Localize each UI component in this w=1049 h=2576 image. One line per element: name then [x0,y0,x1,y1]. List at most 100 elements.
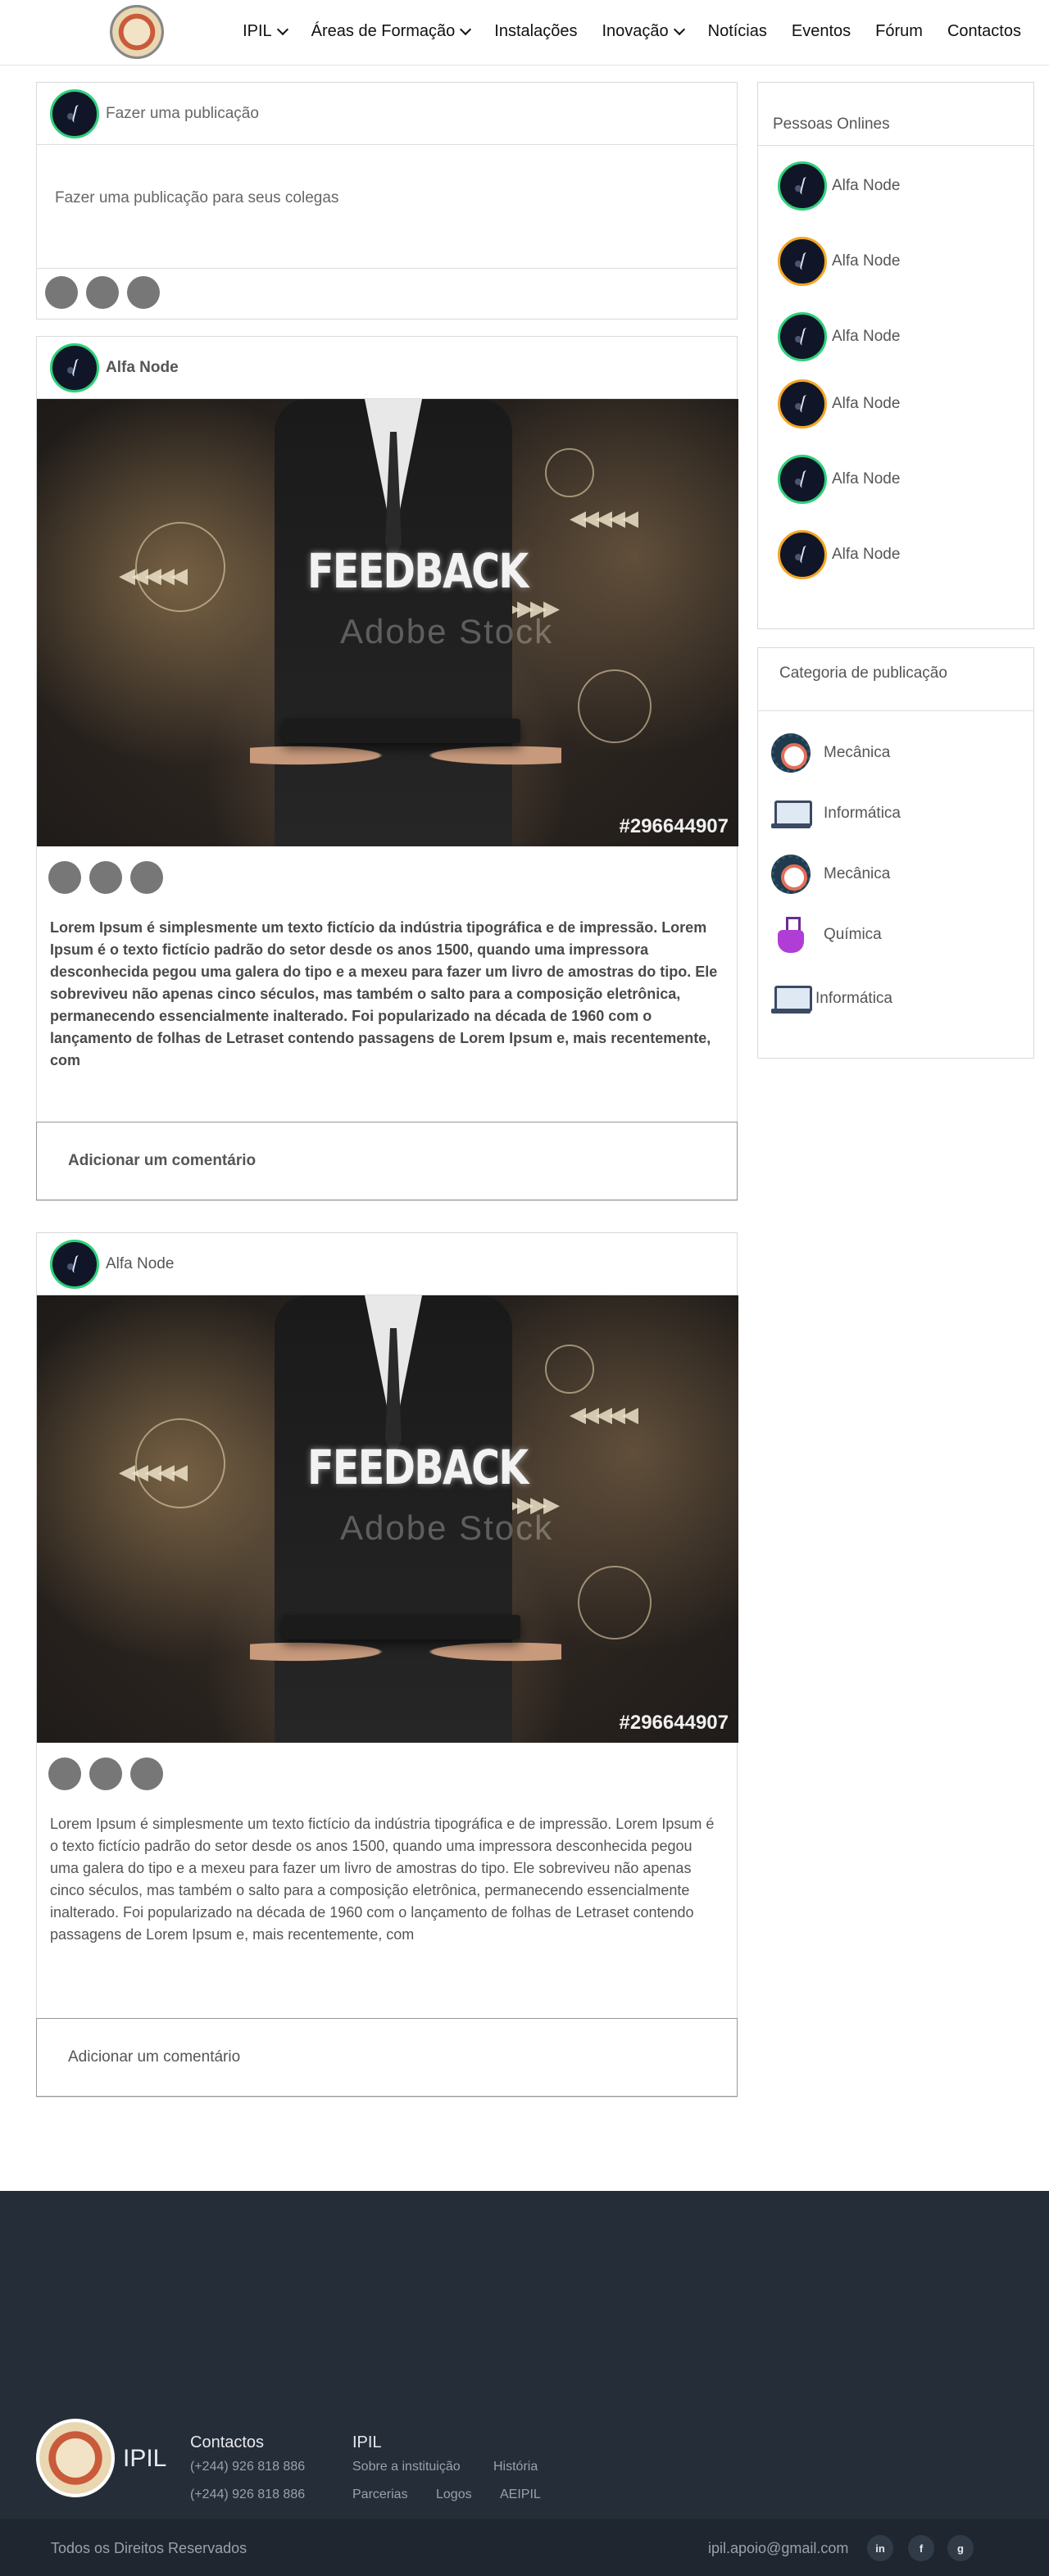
avatar[interactable] [50,88,99,138]
nav-areas-formacao[interactable]: Áreas de Formação [311,22,472,41]
decor-circle [545,448,594,497]
chevron-down-icon [460,23,472,35]
main-nav: IPIL Áreas de Formação Instalações Inova… [243,22,1021,41]
post-card: Alfa Node ◀◀◀◀◀ ◀◀◀◀◀ ▶▶▶▶ FEEDBACK Adob… [36,1232,738,2098]
decor-circle [578,669,652,743]
post-image[interactable]: ◀◀◀◀◀ ◀◀◀◀◀ ▶▶▶▶ FEEDBACK Adobe Stock #2… [37,1295,738,1743]
action-button[interactable] [130,1757,163,1790]
decor-arrows: ◀◀◀◀◀ [570,1402,638,1426]
google-icon[interactable]: g [947,2535,974,2561]
nav-noticias[interactable]: Notícias [708,22,767,41]
image-watermark: Adobe Stock [340,1508,554,1547]
laptop-icon [771,979,812,1018]
footer-link-logos[interactable]: Logos [436,2488,472,2502]
online-person[interactable]: Alfa Node [778,161,900,211]
image-heading: FEEDBACK [307,543,529,599]
composer-title: Fazer uma publicação [106,104,259,122]
nav-label: Eventos [791,22,851,40]
action-button[interactable] [45,276,78,309]
footer-phone[interactable]: (+244) 926 818 886 [190,2460,305,2474]
online-person[interactable]: Alfa Node [778,237,900,286]
nav-inovacao[interactable]: Inovação [602,22,685,41]
avatar [778,379,827,429]
post-composer: Fazer uma publicação Fazer uma publicaçã… [36,82,738,320]
footer-link-parcerias[interactable]: Parcerias [352,2488,408,2502]
footer-phone[interactable]: (+244) 926 818 886 [190,2488,305,2502]
post-body: Lorem Ipsum é simplesmente um texto fict… [50,919,718,1068]
nav-label: Inovação [602,22,669,40]
top-navbar: IPIL Áreas de Formação Instalações Inova… [0,0,1049,66]
chevron-down-icon [673,23,685,35]
category-item[interactable]: Mecânica [771,855,890,894]
decor-circle [545,1345,594,1394]
category-name: Mecânica [824,744,891,761]
laptop-icon [771,794,812,833]
composer-input[interactable]: Fazer uma publicação para seus colegas [55,189,338,207]
nav-forum[interactable]: Fórum [875,22,923,41]
linkedin-icon[interactable]: in [867,2535,893,2561]
action-button[interactable] [130,861,163,894]
person-name: Alfa Node [832,546,901,563]
action-button[interactable] [89,1757,122,1790]
gear-icon [771,733,811,773]
nav-label: IPIL [243,22,272,40]
flask-icon [771,915,811,955]
decor-arrows: ◀◀◀◀◀ [119,1459,188,1484]
decor-arrows: ◀◀◀◀◀ [570,506,638,530]
footer-brand: IPIL [123,2445,167,2472]
footer-link-historia[interactable]: História [493,2460,538,2474]
action-button[interactable] [48,1757,81,1790]
tablet-figure [283,719,520,743]
post-image[interactable]: ◀◀◀◀◀ ◀◀◀◀◀ ▶▶▶▶ FEEDBACK Adobe Stock #2… [37,399,738,846]
ipil-logo[interactable] [110,5,164,59]
image-id: #296644907 [619,815,729,837]
online-person[interactable]: Alfa Node [778,530,900,579]
facebook-icon[interactable]: f [908,2535,934,2561]
avatar [778,312,827,361]
nav-ipil[interactable]: IPIL [243,22,288,41]
online-person[interactable]: Alfa Node [778,379,900,429]
nav-label: Notícias [707,22,767,40]
comment-input[interactable]: Adicionar um comentário [36,2018,738,2097]
nav-contactos[interactable]: Contactos [947,22,1021,41]
category-name: Informática [815,990,892,1007]
nav-eventos[interactable]: Eventos [792,22,851,41]
footer-email[interactable]: ipil.apoio@gmail.com [708,2540,848,2557]
category-item[interactable]: Química [771,915,882,955]
online-person[interactable]: Alfa Node [778,455,900,504]
category-item[interactable]: Mecânica [771,733,890,773]
composer-header: Fazer uma publicação [37,83,737,145]
footer-link-sobre[interactable]: Sobre a instituição [352,2460,461,2474]
divider [758,710,1033,711]
divider [37,268,737,269]
post-author[interactable]: Alfa Node [106,359,179,377]
image-heading: FEEDBACK [307,1440,529,1495]
panel-title: Pessoas Onlines [773,116,890,133]
divider [758,145,1033,146]
category-name: Informática [824,805,901,822]
online-person[interactable]: Alfa Node [778,312,900,361]
footer-ipil-title: IPIL [352,2433,382,2451]
comment-input[interactable]: Adicionar um comentário [36,1122,738,1200]
chevron-down-icon [276,23,288,35]
nav-instalacoes[interactable]: Instalações [494,22,577,41]
footer-logo[interactable] [36,2419,115,2497]
post-actions [48,861,163,894]
tablet-figure [283,1615,520,1639]
action-button[interactable] [89,861,122,894]
post-author[interactable]: Alfa Node [106,1255,174,1273]
action-button[interactable] [48,861,81,894]
footer-link-aeipil[interactable]: AEIPIL [500,2488,541,2502]
category-item[interactable]: Informática [771,979,892,1018]
category-item[interactable]: Informática [771,794,901,833]
action-button[interactable] [127,276,160,309]
avatar [778,455,827,504]
person-name: Alfa Node [832,177,901,194]
decor-arrows: ◀◀◀◀◀ [119,563,188,587]
avatar[interactable] [50,1239,99,1289]
avatar [778,530,827,579]
avatar[interactable] [50,342,99,392]
action-button[interactable] [86,276,119,309]
nav-label: Contactos [947,22,1021,40]
online-people-panel: Pessoas Onlines Alfa Node Alfa Node Alfa… [757,82,1034,629]
